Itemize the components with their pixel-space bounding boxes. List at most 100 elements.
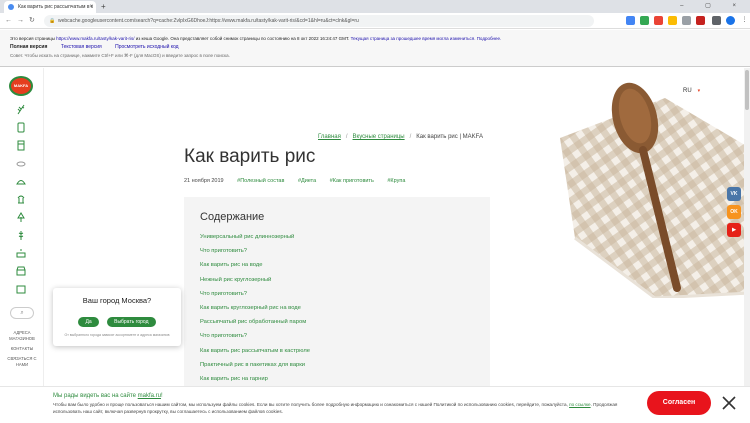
- cache-more-link[interactable]: Текущая страница за прошедшее время могл…: [351, 36, 502, 41]
- url-text: webcache.googleusercontent.com/search?q=…: [58, 18, 359, 24]
- cache-tip: Совет. Чтобы искать на странице, нажмите…: [10, 53, 230, 58]
- toc-item[interactable]: Как варить рис рассыпчатым в кастрюле: [200, 344, 474, 358]
- breadcrumb-current: Как варить рис | MAKFA: [416, 134, 484, 140]
- city-confirm-popup: Ваш город Москва? Да Выбрать город От вы…: [53, 288, 181, 346]
- sidebar-item-pasta[interactable]: [15, 102, 27, 115]
- puzzle-icon[interactable]: [712, 16, 721, 25]
- extension-icon[interactable]: [654, 16, 663, 25]
- extension-icon[interactable]: [640, 16, 649, 25]
- toc-item[interactable]: Практичный рис в пакетиках для варки: [200, 358, 474, 372]
- cache-version-links: Полная версия Текстовая версия Просмотре…: [10, 43, 740, 52]
- profile-avatar[interactable]: [726, 16, 735, 25]
- sidebar-item-about[interactable]: [15, 210, 27, 222]
- sidebar-link-feedback[interactable]: СВЯЗАТЬСЯ С НАМИ: [4, 356, 40, 368]
- cache-notice: Это версия страницы https://www.makfa.ru…: [0, 30, 750, 67]
- sidebar-item-flour[interactable]: [15, 120, 27, 133]
- sidebar-item-snacks[interactable]: [15, 156, 27, 168]
- sidebar-search-button[interactable]: ⌕: [10, 307, 34, 319]
- toc-item[interactable]: Как варить рис на гарнир: [200, 372, 474, 386]
- makfa-logo[interactable]: MAKFA: [9, 76, 33, 96]
- article-tag[interactable]: #Полезный состав: [237, 178, 284, 184]
- cache-source-link[interactable]: https://www.makfa.ru/tasty/kak-varit-ris…: [56, 36, 134, 41]
- breadcrumb: Главная / Вкусные страницы / Как варить рис …: [318, 134, 483, 140]
- cache-text: Это версия страницы: [10, 36, 57, 41]
- extension-icon[interactable]: [682, 16, 691, 25]
- pack-icon: [17, 140, 25, 151]
- wheat-icon: [17, 104, 25, 115]
- pot-icon: [16, 249, 26, 258]
- grain-icon: [18, 231, 24, 240]
- full-version-label: Полная версия: [10, 44, 48, 50]
- breadcrumb-separator: /: [409, 134, 412, 140]
- youtube-icon[interactable]: ▶: [727, 223, 741, 237]
- cloud-icon: [16, 161, 26, 167]
- forward-button[interactable]: →: [17, 15, 24, 27]
- city-buttons: Да Выбрать город: [53, 310, 181, 328]
- page-title: Как варить рис: [184, 146, 316, 167]
- toc-item[interactable]: Универсальный рис длиннозерный: [200, 230, 474, 244]
- toc-item[interactable]: Что приготовить?: [200, 329, 474, 343]
- window-controls[interactable]: – ▢ ×: [680, 0, 746, 13]
- toc-item[interactable]: Как варить круглозерный рис на воде: [200, 301, 474, 315]
- menu-dots-icon[interactable]: ⋮: [740, 16, 749, 25]
- sidebar-item-shop[interactable]: [15, 264, 27, 276]
- cookie-policy-link[interactable]: по ссылке: [569, 402, 591, 407]
- favicon-icon: [8, 4, 14, 10]
- sidebar-item-grain[interactable]: [15, 228, 27, 240]
- close-icon[interactable]: [720, 394, 738, 412]
- lock-icon: 🔒: [49, 18, 56, 24]
- new-tab-button[interactable]: +: [101, 0, 106, 13]
- toc-item[interactable]: Нежный рис круглозерный: [200, 273, 474, 287]
- sidebar-link-stores[interactable]: АДРЕСА МАГАЗИНОВ: [4, 330, 40, 342]
- browser-toolbar: ← → ↻ 🔒 webcache.googleusercontent.com/s…: [0, 13, 750, 29]
- article-tag[interactable]: #Как приготовить: [330, 178, 374, 184]
- sidebar-item-cereals[interactable]: [15, 138, 27, 151]
- view-source-link[interactable]: Просмотреть исходный код: [115, 44, 178, 50]
- browser-tab-strip: Как варить рис рассыпчатым в к × + – ▢ ×: [0, 0, 750, 13]
- sidebar-item-media[interactable]: [15, 282, 27, 294]
- tab-close-icon[interactable]: ×: [89, 1, 93, 13]
- article-tag[interactable]: #Диета: [298, 178, 316, 184]
- extension-icon[interactable]: [668, 16, 677, 25]
- sidebar-item-bakery[interactable]: [15, 174, 27, 186]
- choose-city-button[interactable]: Выбрать город: [107, 317, 156, 327]
- tab-title: Как варить рис рассыпчатым в к: [18, 4, 94, 10]
- scrollbar-track[interactable]: [744, 68, 750, 388]
- article-meta: 21 ноября 2019 #Полезный состав #Диета #…: [184, 178, 417, 184]
- back-button[interactable]: ←: [5, 15, 12, 27]
- language-switcher[interactable]: RU ▾: [683, 88, 700, 94]
- bag-icon: [17, 122, 25, 133]
- toc-item[interactable]: Что приготовить?: [200, 244, 474, 258]
- article-tag[interactable]: #Крупа: [387, 178, 405, 184]
- toc-item[interactable]: Что приготовить?: [200, 287, 474, 301]
- vk-icon[interactable]: VK: [727, 187, 741, 201]
- sidebar-item-cooking[interactable]: [15, 246, 27, 258]
- article-date: 21 ноября 2019: [184, 178, 224, 184]
- cache-description: Это версия страницы https://www.makfa.ru…: [10, 35, 740, 43]
- sidebar-link-contacts[interactable]: КОНТАКТЫ: [4, 346, 40, 352]
- sidebar-item-recipes[interactable]: [15, 192, 27, 204]
- breadcrumb-home[interactable]: Главная: [318, 134, 341, 140]
- city-hint: От выбранного города зависят ассортимент…: [64, 333, 170, 337]
- breadcrumb-tasty[interactable]: Вкусные страницы: [353, 134, 405, 140]
- text-version-link[interactable]: Текстовая версия: [61, 44, 102, 50]
- site-link[interactable]: makfa.ru: [138, 393, 161, 399]
- cookie-title-text: Мы рады видеть вас на сайте: [53, 393, 138, 399]
- city-question: Ваш город Москва?: [82, 296, 152, 305]
- cookie-banner: Мы рады видеть вас на сайте makfa.ru! Чт…: [0, 386, 750, 423]
- bread-icon: [16, 180, 26, 185]
- address-bar[interactable]: 🔒 webcache.googleusercontent.com/search?…: [44, 15, 594, 27]
- cookie-agree-button[interactable]: Согласен: [647, 391, 711, 415]
- toc-item[interactable]: Как варить рис на воде: [200, 258, 474, 272]
- ok-icon[interactable]: OK: [727, 205, 741, 219]
- extension-icon[interactable]: [696, 16, 705, 25]
- scrollbar-thumb[interactable]: [745, 70, 749, 110]
- language-label: RU: [683, 88, 692, 94]
- extension-icon[interactable]: [626, 16, 635, 25]
- toc-item[interactable]: Рассыпчатый рис обработанный паром: [200, 315, 474, 329]
- chef-icon: [17, 195, 25, 204]
- news-icon: [16, 285, 26, 294]
- city-yes-button[interactable]: Да: [78, 317, 99, 327]
- reload-button[interactable]: ↻: [29, 15, 35, 27]
- browser-tab[interactable]: Как варить рис рассыпчатым в к ×: [4, 1, 96, 13]
